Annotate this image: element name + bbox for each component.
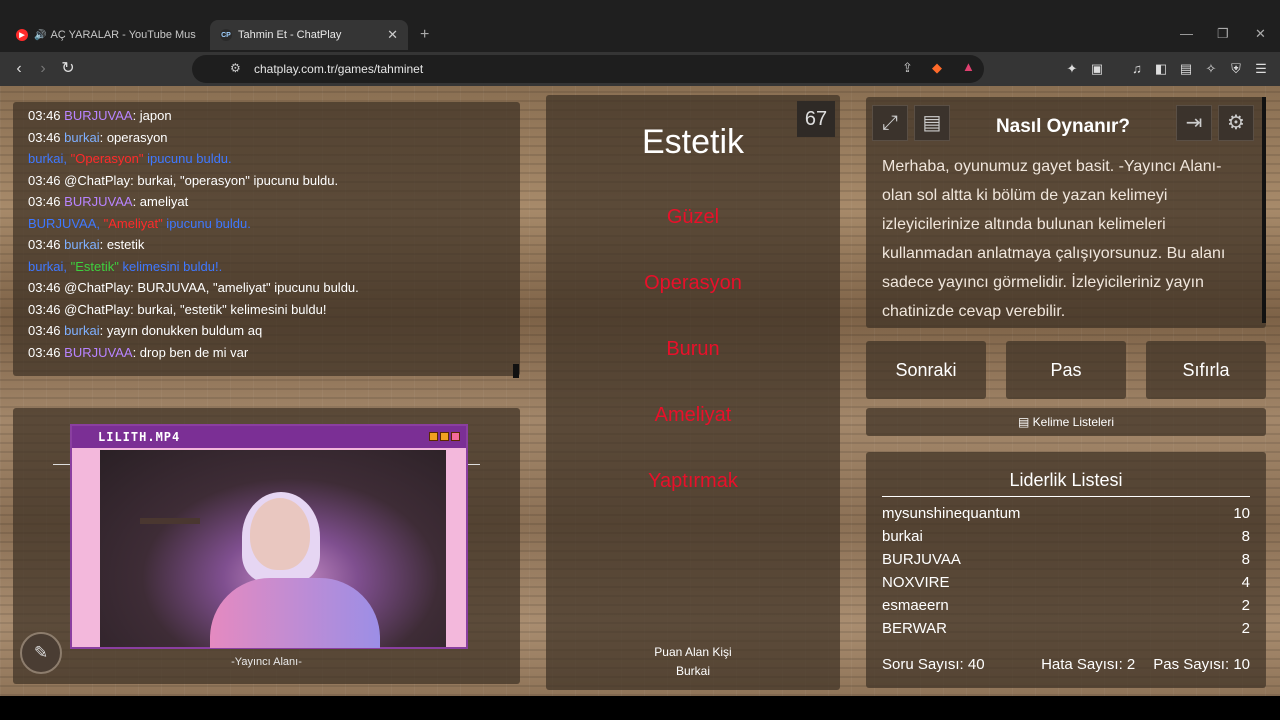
chat-message: 03:46 burkai: estetik <box>28 237 145 252</box>
screenshot-icon[interactable]: ▣ <box>1088 60 1106 78</box>
word-lists-label: Kelime Listeleri <box>1032 415 1115 429</box>
tab-youtube-music[interactable]: ▶ 🔊 AÇ YARALAR - YouTube Music <box>6 20 206 50</box>
streamer-face <box>250 498 310 570</box>
wallet-icon[interactable]: ▤ <box>1177 60 1195 78</box>
youtube-music-icon: ▶ <box>16 29 28 41</box>
forward-icon[interactable]: › <box>32 58 54 80</box>
chat-system-message: BURJUVAA, "Ameliyat" ipucunu buldu. <box>28 215 251 231</box>
vpn-icon[interactable]: ⛨ <box>1227 60 1245 78</box>
music-icon[interactable]: ♫ <box>1128 60 1146 78</box>
leaderboard-row: NOXVIRE 4 <box>882 574 1250 591</box>
streamer-hoodie <box>210 578 380 648</box>
leaderboard-row: burkai 8 <box>882 528 1250 545</box>
leaderboard-row: BERWAR 2 <box>882 620 1250 637</box>
scorer-name: Burkai <box>675 664 710 678</box>
chat-message: 03:46 @ChatPlay: BURJUVAA, "ameliyat" ip… <box>28 280 359 295</box>
close-icon <box>451 432 460 441</box>
back-icon[interactable]: ‹ <box>8 58 30 80</box>
minimize-icon[interactable]: — <box>1180 26 1193 41</box>
tab-title: Tahmin Et - ChatPlay <box>238 29 342 41</box>
taboo-word: Burun <box>666 338 720 360</box>
sidebar-icon[interactable]: ◧ <box>1152 60 1170 78</box>
leaderboard-title: Liderlik Listesi <box>882 470 1250 497</box>
streamer-area: LILITH.MP4 ✎ -Yayıncı Alanı- <box>13 408 520 684</box>
leo-ai-icon[interactable]: ✧ <box>1202 60 1220 78</box>
chat-panel: 03:46 BURJUVAA: japon 03:46 burkai: oper… <box>13 102 520 378</box>
gear-icon[interactable]: ⚙ <box>1218 105 1254 141</box>
chat-message: 03:46 burkai: yayın donukken buldum aq <box>28 323 263 338</box>
taboo-word: Yaptırmak <box>648 470 738 492</box>
game-page: 03:46 BURJUVAA: japon 03:46 burkai: oper… <box>0 86 1280 696</box>
new-tab-icon[interactable]: + <box>420 26 429 44</box>
reset-button[interactable]: Sıfırla <box>1146 341 1266 399</box>
howto-body: Merhaba, oyunumuz gayet basit. -Yayıncı … <box>882 158 1226 320</box>
notes-icon[interactable]: ▤ <box>914 105 950 141</box>
browser-tab-bar: ▶ 🔊 AÇ YARALAR - YouTube Music CP Tahmin… <box>0 0 1280 52</box>
leaderboard-panel: Liderlik Listesi mysunshinequantum 10 bur… <box>866 452 1266 688</box>
leaderboard-row: esmaeern 2 <box>882 597 1250 614</box>
chat-system-message: burkai, "Estetik" kelimesini buldu!. <box>28 258 223 274</box>
chat-message: 03:46 BURJUVAA: japon <box>28 108 172 123</box>
main-word: Estetik <box>641 123 745 161</box>
chat-message: 03:46 burkai: operasyon <box>28 129 168 145</box>
taboo-word: Operasyon <box>644 272 742 294</box>
webcam-window-title: LILITH.MP4 <box>98 430 181 444</box>
webcam-video <box>100 450 446 648</box>
question-count: Soru Sayısı: 40 <box>882 656 985 673</box>
address-bar[interactable]: ⚙ chatplay.com.tr/games/tahminet ⇪ ◆ ▲ <box>192 55 984 83</box>
close-icon[interactable]: ✕ <box>387 27 398 43</box>
howto-title: Nasıl Oynanır? <box>995 116 1131 137</box>
scorer-label: Puan Alan Kişi <box>654 645 732 659</box>
restore-icon[interactable]: ❐ <box>1217 26 1229 42</box>
webcam-titlebar: LILITH.MP4 <box>72 426 466 448</box>
pass-count: Pas Sayısı: 10 <box>1153 656 1250 673</box>
game-stats: Soru Sayısı: 40 Hata Sayısı: 2 Pas Sayıs… <box>882 656 1250 673</box>
logout-icon[interactable]: ⇥ <box>1176 105 1212 141</box>
menu-icon[interactable]: ☰ <box>1252 60 1270 78</box>
error-count: Hata Sayısı: 2 <box>1041 656 1136 673</box>
reload-icon[interactable]: ↻ <box>57 58 79 80</box>
streamer-area-label: -Yayıncı Alanı- <box>231 656 302 668</box>
speaker-icon[interactable]: 🔊 <box>34 30 46 41</box>
list-icon: ▤ <box>1017 415 1030 429</box>
chat-message: 03:46 BURJUVAA: ameliyat <box>28 194 189 209</box>
chat-system-message: burkai, "Operasyon" ipucunu buldu. <box>28 151 232 166</box>
chat-message: 03:46 BURJUVAA: drop ben de mi var <box>28 344 249 360</box>
chat-message: 03:46 @ChatPlay: burkai, "operasyon" ipu… <box>28 172 339 188</box>
taboo-word: Güzel <box>666 206 720 228</box>
leaderboard-row: BURJUVAA 8 <box>882 551 1250 568</box>
leaderboard-row: mysunshinequantum 10 <box>882 505 1250 522</box>
url-text: chatplay.com.tr/games/tahminet <box>254 62 424 76</box>
tab-title: AÇ YARALAR - YouTube Music <box>50 29 196 41</box>
chatplay-favicon: CP <box>220 29 232 41</box>
tab-chatplay[interactable]: CP Tahmin Et - ChatPlay ✕ <box>210 20 408 50</box>
fullscreen-icon[interactable]: ⤢ <box>872 105 908 141</box>
next-button[interactable]: Sonraki <box>866 341 986 399</box>
brave-rewards-icon[interactable]: ▲ <box>962 59 975 74</box>
pass-button[interactable]: Pas <box>1006 341 1126 399</box>
shelf <box>140 518 200 524</box>
brave-shield-icon[interactable]: ◆ <box>932 60 942 76</box>
minimize-icon <box>429 432 438 441</box>
chat-message: 03:46 @ChatPlay: burkai, "estetik" kelim… <box>28 301 327 317</box>
site-info-icon[interactable]: ⚙ <box>230 61 241 75</box>
taboo-word: Ameliyat <box>654 404 732 426</box>
divider <box>468 464 480 465</box>
chat-scrollbar[interactable] <box>513 364 519 378</box>
window-close-icon[interactable]: ✕ <box>1255 26 1266 42</box>
maximize-icon <box>440 432 449 441</box>
howto-panel: ⤢ ▤ Nasıl Oynanır? ⇥ ⚙ Merhaba, oyunumuz… <box>866 97 1266 328</box>
bottom-bar <box>0 696 1280 720</box>
share-icon[interactable]: ⇪ <box>902 60 913 76</box>
webcam-window: LILITH.MP4 <box>70 424 468 649</box>
extensions-icon[interactable]: ✦ <box>1063 60 1081 78</box>
browser-toolbar: ‹ › ↻ ⎘ ⚙ chatplay.com.tr/games/tahminet… <box>0 52 1280 86</box>
word-card: 67 Estetik Güzel Operasyon Burun Ameliya… <box>546 95 840 690</box>
howto-scrollbar[interactable] <box>1262 97 1266 323</box>
word-lists-button[interactable]: ▤ Kelime Listeleri <box>866 408 1266 436</box>
